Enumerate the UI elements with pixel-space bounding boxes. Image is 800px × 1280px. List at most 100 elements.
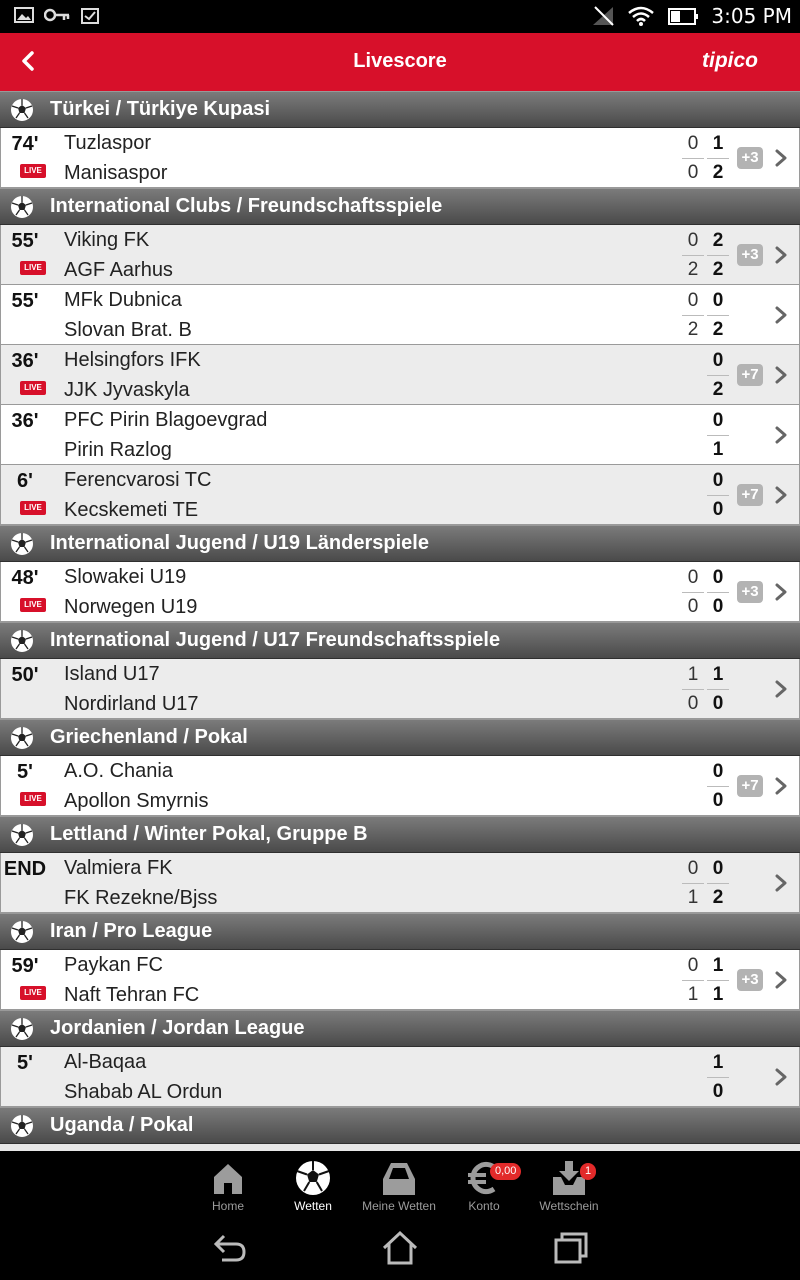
halftime-away-score: 2 (687, 319, 699, 340)
home-team: Valmiera FK (64, 857, 173, 879)
nav-label: Meine Wetten (362, 1199, 436, 1213)
away-team: Naft Tehran FC (64, 984, 200, 1006)
chevron-right-icon[interactable] (772, 582, 790, 602)
away-score: 0 (712, 499, 724, 520)
match-row[interactable]: 5' LIVE A.O. Chania Apollon Smyrnis 0 0 +7 (0, 756, 800, 816)
current-score: 02 (707, 345, 729, 405)
match-minute: 55' (11, 290, 39, 312)
league-title: International Clubs / Freundschaftsspiel… (50, 195, 443, 217)
away-team: Manisaspor (64, 162, 168, 184)
more-markets-badge[interactable]: +3 (737, 581, 763, 603)
current-score: 00 (707, 465, 729, 525)
home-score: 0 (712, 567, 724, 588)
match-row[interactable]: 6' LIVE Ferencvarosi TC Kecskemeti TE 0 0 +7 (0, 465, 800, 525)
chevron-right-icon[interactable] (772, 1067, 790, 1087)
league-title: Griechenland / Pokal (50, 726, 248, 748)
league-title: Iran / Pro League (50, 920, 213, 942)
match-row[interactable]: 36' PFC Pirin Blagoevgrad Pirin Razlog 0 1 (0, 405, 800, 465)
match-minute: 5' (17, 761, 33, 783)
halftime-away-score: 0 (687, 596, 699, 617)
away-score: 0 (712, 693, 724, 714)
halftime-away-score: 0 (687, 162, 699, 183)
more-markets-badge[interactable]: +3 (737, 147, 763, 169)
recent-apps-icon[interactable] (552, 1228, 592, 1268)
nav-home[interactable]: Home (183, 1159, 273, 1213)
halftime-home-score: 0 (687, 955, 699, 976)
halftime-score: 00 (682, 128, 704, 188)
image-icon (14, 7, 34, 23)
my-bets-icon (354, 1159, 444, 1197)
chevron-right-icon[interactable] (772, 305, 790, 325)
match-row[interactable]: END Valmiera FK FK Rezekne/Bjss 0 1 0 2 (0, 853, 800, 913)
home-icon[interactable] (380, 1228, 420, 1268)
chevron-right-icon[interactable] (772, 485, 790, 505)
home-score: 0 (712, 858, 724, 879)
match-row[interactable]: 5' Al-Baqaa Shabab AL Ordun 1 0 (0, 1047, 800, 1107)
away-team: JJK Jyvaskyla (64, 379, 190, 401)
home-score: 1 (712, 133, 724, 154)
home-team: Tuzlaspor (64, 132, 152, 154)
halftime-home-score: 0 (687, 858, 699, 879)
match-row[interactable]: 55' MFk Dubnica Slovan Brat. B0202 (0, 285, 800, 345)
more-markets-badge[interactable]: +7 (737, 364, 763, 386)
league-header: Uganda / Pokal (0, 1107, 800, 1144)
current-score: 22 (707, 225, 729, 285)
live-badge: LIVE (20, 792, 46, 806)
more-markets-badge[interactable]: +7 (737, 775, 763, 797)
nav-label: Wettschein (539, 1199, 599, 1213)
chevron-right-icon[interactable] (772, 679, 790, 699)
chevron-right-icon[interactable] (772, 365, 790, 385)
home-score: 0 (712, 470, 724, 491)
away-team: FK Rezekne/Bjss (64, 887, 218, 909)
back-icon[interactable] (210, 1228, 250, 1268)
chevron-right-icon[interactable] (772, 148, 790, 168)
league-header: Türkei / Türkiye Kupasi (0, 91, 800, 128)
chevron-right-icon[interactable] (772, 970, 790, 990)
chevron-right-icon[interactable] (772, 425, 790, 445)
home-score: 1 (712, 664, 724, 685)
halftime-home-score: 1 (687, 664, 699, 685)
halftime-score: 01 (682, 950, 704, 1010)
soccer-ball-icon (11, 823, 33, 846)
nav-wetten[interactable]: Wetten (268, 1159, 358, 1213)
match-row[interactable]: 48' LIVE Slowakei U19 Norwegen U19 0 0 0 0 +3 (0, 562, 800, 622)
current-score: 00 (707, 562, 729, 622)
away-score: 1 (712, 439, 724, 460)
match-row[interactable]: 36' LIVE Helsingfors IFK JJK Jyvaskyla 0 2 +7 (0, 345, 800, 405)
current-score: 10 (707, 659, 729, 719)
match-minute: END (3, 858, 47, 880)
nav-wettschein[interactable]: Wettschein 1 (524, 1159, 614, 1213)
home-team: Slowakei U19 (64, 566, 187, 588)
halftime-home-score: 0 (687, 230, 699, 251)
match-row[interactable]: 59' LIVE Paykan FC Naft Tehran FC 0 1 1 1 +3 (0, 950, 800, 1010)
nav-label: Wetten (294, 1199, 332, 1213)
away-team: Slovan Brat. B (64, 319, 192, 341)
match-minute: 50' (11, 664, 39, 686)
home-team: Viking FK (64, 229, 150, 251)
current-score: 11 (707, 950, 729, 1010)
chevron-right-icon[interactable] (772, 873, 790, 893)
away-score: 2 (712, 379, 724, 400)
more-markets-badge[interactable]: +3 (737, 969, 763, 991)
system-navigation-bar (0, 1216, 800, 1280)
halftime-score: 00 (682, 562, 704, 622)
match-row[interactable]: 50' Island U17 Nordirland U17 1 0 1 0 (0, 659, 800, 719)
current-score: 12 (707, 128, 729, 188)
league-header: Jordanien / Jordan League (0, 1010, 800, 1047)
chevron-right-icon[interactable] (772, 245, 790, 265)
nav-konto[interactable]: Konto 0,00 (439, 1159, 529, 1213)
nav-meine-wetten[interactable]: Meine Wetten (354, 1159, 444, 1213)
home-score: 0 (712, 761, 724, 782)
soccer-ball-icon (11, 920, 33, 943)
match-row[interactable]: 74' LIVE Tuzlaspor Manisaspor 0 0 1 2 +3 (0, 128, 800, 188)
more-markets-badge[interactable]: +7 (737, 484, 763, 506)
livescore-list[interactable]: Türkei / Türkiye Kupasi 74' LIVE Tuzlaspor M… (0, 91, 800, 1151)
home-score: 0 (712, 290, 724, 311)
more-markets-badge[interactable]: +3 (737, 244, 763, 266)
league-title: Jordanien / Jordan League (50, 1017, 305, 1039)
bet-slip-icon (524, 1159, 614, 1197)
live-badge: LIVE (20, 501, 46, 515)
match-row[interactable]: 55' LIVE Viking FK AGF Aarhus 0 2 2 2 +3 (0, 225, 800, 285)
nav-badge: 0,00 (490, 1163, 522, 1180)
chevron-right-icon[interactable] (772, 776, 790, 796)
